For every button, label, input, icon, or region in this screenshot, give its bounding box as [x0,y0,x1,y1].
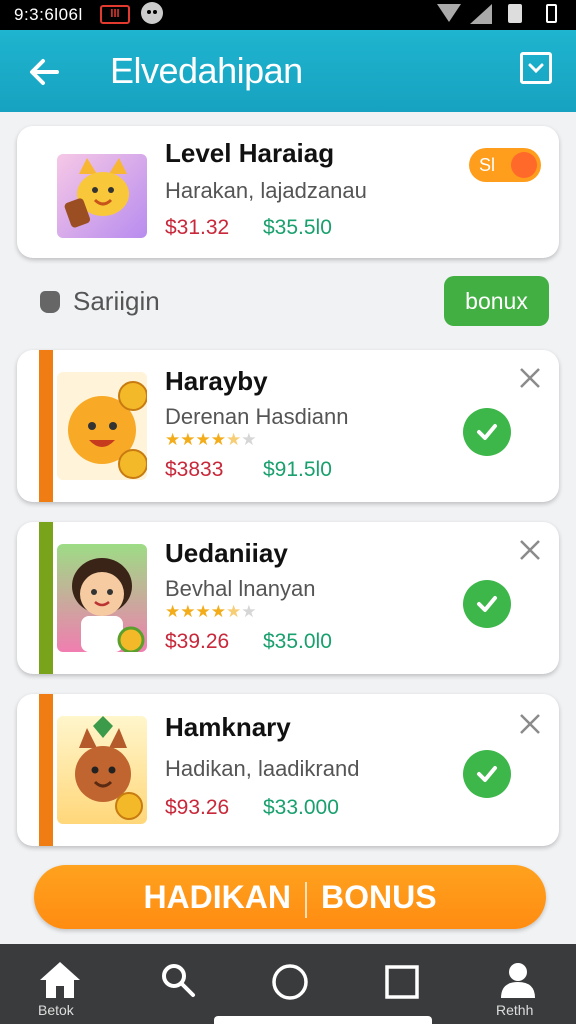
bonus-chip-button[interactable]: bonux [444,276,549,326]
offer-title: Harayby [165,366,268,396]
close-button[interactable] [513,712,547,742]
close-icon [520,368,540,388]
section-title: Sariigin [73,286,160,316]
cta-right-label: BONUS [320,879,437,915]
rating-stars: ★★★★★★ [165,430,257,449]
new-price: $35.5l0 [263,216,332,239]
girl-character-icon [72,558,145,652]
wifi-icon [437,4,461,22]
close-button[interactable] [513,538,547,568]
nav-label-profile: Rethh [496,1002,534,1018]
fox-character-icon [75,716,143,820]
square-icon [385,965,419,999]
cta-left-label: HADIKAN [143,879,291,915]
fire-icon [511,152,537,178]
accept-button[interactable] [463,750,511,798]
old-price: $31.32 [165,216,230,239]
check-icon [477,424,497,440]
cta-divider [304,881,307,918]
arrow-left-icon [30,59,59,85]
offer-card[interactable]: Hamknary Hadikan, laadikrand $93.26 $33.… [17,694,559,846]
offer-thumbnail [57,716,147,824]
card-accent-bar [39,522,53,674]
chevron-down-icon [528,63,544,74]
app-bar: Elvedahipan [0,30,576,112]
nav-item-home[interactable]: Betok [30,944,90,1024]
section-bell-icon [40,291,60,313]
search-icon [162,964,195,997]
home-indicator[interactable] [214,1016,432,1024]
accept-button[interactable] [463,408,511,456]
offers-list[interactable]: Level Haraiag Harakan, lajadzanau $31.32… [0,112,576,944]
offer-thumbnail [57,372,147,480]
nav-item-search[interactable] [150,944,210,1024]
app-notification-icon [141,2,163,24]
cat-icon [64,158,129,228]
home-icon [40,962,80,998]
back-button[interactable] [20,48,68,96]
offer-subtitle: Bevhal lnanyan [165,576,316,601]
accept-button[interactable] [463,580,511,628]
card-accent-bar [39,350,53,502]
offer-card[interactable]: Harayby Derenan Hasdiann ★★★★★★ $3833 $9… [17,350,559,502]
offer-card[interactable]: Uedaniiay Bevhal lnanyan ★★★★★★ $39.26 $… [17,522,559,674]
new-price: $33.000 [263,796,339,819]
status-bar: 9:3:6l06l lll [0,0,576,30]
offer-subtitle: Derenan Hasdiann [165,404,349,429]
nav-item-recents[interactable] [372,944,432,1024]
close-icon [520,540,540,560]
signal-icon [470,4,492,24]
level-thumbnail [57,154,147,238]
battery-icon [546,4,557,23]
rating-stars: ★★★★★★ [165,602,257,621]
offer-subtitle: Hadikan, laadikrand [165,756,360,781]
status-time: 9:3:6l06l [14,5,83,24]
check-icon [477,766,497,782]
claim-bonus-button[interactable]: HADIKAN BONUS [34,865,546,929]
nav-item-home-circle[interactable] [260,944,320,1024]
nav-item-profile[interactable]: Rethh [488,944,548,1024]
coin-badge-label: Sl [479,155,496,175]
card-accent-bar [39,694,53,846]
coin-badge[interactable]: Sl [469,148,541,182]
check-icon [477,596,497,612]
old-price: $3833 [165,458,224,481]
low-battery-icon: lll [100,5,130,24]
person-icon [501,963,535,998]
old-price: $39.26 [165,630,230,653]
coin-character-icon [68,381,147,479]
new-price: $91.5l0 [263,458,332,481]
close-icon [520,714,540,734]
level-card[interactable]: Level Haraiag Harakan, lajadzanau $31.32… [17,126,559,258]
new-price: $35.0l0 [263,630,332,653]
card-subtitle: Harakan, lajadzanau [165,178,367,203]
old-price: $93.26 [165,796,230,819]
sim-icon [508,4,522,23]
nav-label-home: Betok [38,1002,74,1018]
offer-title: Uedaniiay [165,538,288,568]
offer-thumbnail [57,544,147,652]
bottom-nav: Betok Rethh [0,944,576,1024]
page-title: Elvedahipan [110,50,303,91]
circle-icon [272,964,308,1000]
card-title: Level Haraiag [165,138,335,168]
menu-button[interactable] [520,52,552,84]
close-button[interactable] [513,366,547,396]
offer-title: Hamknary [165,712,291,742]
